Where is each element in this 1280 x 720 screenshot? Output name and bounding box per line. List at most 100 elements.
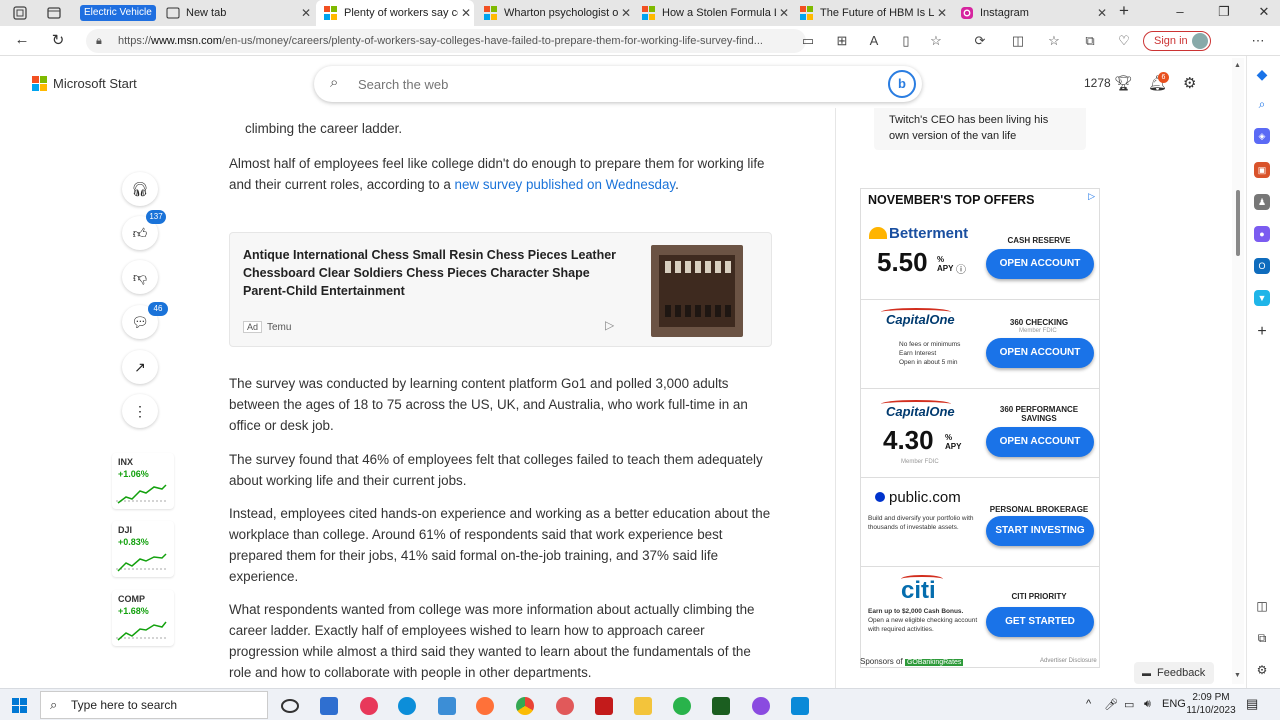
notification-center-icon[interactable]: ▤ <box>1246 696 1258 712</box>
tab-stolen-formula[interactable]: How a Stolen Formula Le ✕ <box>634 2 792 24</box>
open-account-button[interactable]: OPEN ACCOUNT <box>986 249 1094 279</box>
windows-start-icon[interactable] <box>12 698 27 713</box>
close-tab-icon[interactable]: ✕ <box>458 6 474 20</box>
chrome-icon[interactable] <box>516 697 534 715</box>
restore-icon[interactable]: ❐ <box>1214 4 1234 20</box>
tab-instagram[interactable]: Instagram ✕ <box>952 2 1110 24</box>
browser-essentials-icon[interactable]: ♡ <box>1116 33 1132 49</box>
stock-card-comp[interactable]: COMP +1.68% <box>112 590 174 646</box>
edge-taskbar-icon[interactable] <box>398 697 416 715</box>
lock-icon[interactable]: 🔒︎ <box>96 29 102 53</box>
workspaces-icon[interactable] <box>12 5 28 21</box>
page-scrollbar[interactable] <box>1232 58 1244 684</box>
new-tab-plus-icon[interactable]: + <box>1114 1 1134 21</box>
ad-choices-icon[interactable]: ▷ <box>1088 191 1095 202</box>
sponsored-ad-card[interactable]: Antique International Chess Small Resin … <box>229 232 772 347</box>
favorite-star-icon[interactable]: ☆ <box>928 33 944 49</box>
immersive-reader-icon[interactable]: ▯ <box>898 33 914 49</box>
ad-title[interactable]: Antique International Chess Small Resin … <box>243 246 623 300</box>
language-indicator[interactable]: ENG <box>1162 698 1186 710</box>
task-view-icon[interactable] <box>320 697 338 715</box>
outlook-icon[interactable]: O <box>1254 258 1270 274</box>
address-bar[interactable]: 🔒︎ https://www.msn.com/en-us/money/caree… <box>86 29 806 53</box>
scroll-down-arrow-icon[interactable]: ▼ <box>1234 672 1241 679</box>
sidebar-settings-icon[interactable]: ⚙ <box>1254 662 1270 678</box>
extensions-puzzle-icon[interactable]: ⟳ <box>972 33 988 49</box>
taskbar-search-box[interactable]: ⌕ Type here to search <box>40 691 268 719</box>
split-screen-icon[interactable]: ◫ <box>1010 33 1026 49</box>
related-story-card[interactable]: Twitch's CEO has been living his own ver… <box>874 108 1086 150</box>
wechat-icon[interactable] <box>673 697 691 715</box>
web-search-box[interactable]: ⌕ b <box>314 66 922 102</box>
extension-icon[interactable]: ⊞ <box>834 33 850 49</box>
advertiser-disclosure[interactable]: Advertiser Disclosure <box>1040 658 1097 664</box>
games-icon[interactable]: ♟ <box>1254 194 1270 210</box>
obs-icon[interactable] <box>752 697 770 715</box>
copilot-icon[interactable]: ◆ <box>1254 66 1270 82</box>
tab-group-label[interactable]: Electric Vehicle <box>80 5 156 21</box>
dislike-thumbs-down-icon[interactable]: 👎︎ <box>122 260 158 294</box>
close-window-icon[interactable]: ✕ <box>1254 4 1274 20</box>
close-tab-icon[interactable]: ✕ <box>934 6 950 20</box>
back-icon[interactable]: ← <box>12 31 32 48</box>
split-sidebar-icon[interactable]: ◫ <box>1254 598 1270 614</box>
taskbar-clock[interactable]: 2:09 PM 11/10/2023 <box>1186 691 1236 717</box>
drop-icon[interactable]: ▼ <box>1254 290 1270 306</box>
bing-chat-icon[interactable]: b <box>888 70 916 98</box>
app-available-icon[interactable]: ▭ <box>800 33 816 49</box>
ad-choices-icon[interactable]: ▷ <box>605 318 614 332</box>
survey-link[interactable]: new survey published on Wednesday <box>455 177 676 192</box>
open-account-button[interactable]: OPEN ACCOUNT <box>986 338 1094 368</box>
settings-gear-icon[interactable]: ⚙ <box>1183 74 1196 92</box>
rewards-trophy-icon[interactable]: 🏆︎ <box>1114 74 1133 92</box>
read-aloud-icon[interactable]: A <box>866 33 882 48</box>
network-icon[interactable]: ▭ <box>1124 698 1134 711</box>
file-explorer-icon[interactable] <box>634 697 652 715</box>
sponsor-logo[interactable]: GOBankingRates <box>904 659 964 666</box>
stock-card-inx[interactable]: INX +1.06% <box>112 453 174 509</box>
tab-wharton[interactable]: Wharton psychologist on ✕ <box>476 2 634 24</box>
get-started-button[interactable]: GET STARTED <box>986 607 1094 637</box>
terminal-app-icon[interactable] <box>712 697 730 715</box>
microsoft-start-logo[interactable]: Microsoft Start <box>32 76 137 91</box>
open-external-icon[interactable]: ⧉ <box>1254 630 1270 646</box>
search-input[interactable] <box>358 74 838 94</box>
feedback-button[interactable]: ▬ Feedback <box>1134 662 1214 684</box>
acrobat-icon[interactable] <box>595 697 613 715</box>
tools-briefcase-icon[interactable]: ▣ <box>1254 162 1270 178</box>
microphone-icon[interactable]: 🎤︎ <box>1104 698 1118 711</box>
close-tab-icon[interactable]: ✕ <box>776 6 792 20</box>
tab-hbm[interactable]: The Future of HBM Is Lig ✕ <box>792 2 950 24</box>
close-tab-icon[interactable]: ✕ <box>618 6 634 20</box>
close-tab-icon[interactable]: ✕ <box>298 6 314 20</box>
add-sidebar-app-icon[interactable]: + <box>1254 324 1270 340</box>
tab-article-active[interactable]: Plenty of workers say colleges ✕ <box>316 0 474 26</box>
ad-image[interactable] <box>651 245 743 337</box>
microsoft-365-icon[interactable]: ● <box>1254 226 1270 242</box>
firefox-icon[interactable] <box>476 697 494 715</box>
rewards-points[interactable]: 1278 <box>1084 76 1111 90</box>
refresh-icon[interactable]: ↻ <box>48 31 68 49</box>
media-app-icon[interactable] <box>360 697 378 715</box>
close-tab-icon[interactable]: ✕ <box>1094 6 1110 20</box>
collections-icon[interactable]: ⧉ <box>1082 33 1098 49</box>
scroll-up-arrow-icon[interactable]: ▲ <box>1234 62 1241 69</box>
snipping-tool-icon[interactable] <box>556 697 574 715</box>
minimize-icon[interactable]: – <box>1170 4 1190 19</box>
cortana-chat-icon[interactable] <box>281 699 299 713</box>
network-app-icon[interactable] <box>438 697 456 715</box>
ad-source[interactable]: Temu <box>267 322 291 333</box>
sign-in-button[interactable]: Sign in <box>1143 31 1211 51</box>
stock-card-dji[interactable]: DJI +0.83% <box>112 521 174 577</box>
scrollbar-thumb[interactable] <box>1236 190 1240 256</box>
listen-headphones-icon[interactable]: 🎧︎ <box>122 172 158 206</box>
favorites-icon[interactable]: ☆ <box>1046 33 1062 49</box>
tab-new-tab[interactable]: New tab ✕ <box>158 2 314 24</box>
open-account-button[interactable]: OPEN ACCOUNT <box>986 427 1094 457</box>
tray-overflow-icon[interactable]: ^ <box>1086 698 1091 710</box>
more-options-icon[interactable]: ⋮ <box>122 394 158 428</box>
related-story-title[interactable]: Twitch's CEO has been living his own ver… <box>889 112 1069 144</box>
shopping-tag-icon[interactable]: ◈ <box>1254 128 1270 144</box>
info-icon[interactable]: ⓘ <box>956 261 966 276</box>
start-investing-button[interactable]: START INVESTING <box>986 516 1094 546</box>
